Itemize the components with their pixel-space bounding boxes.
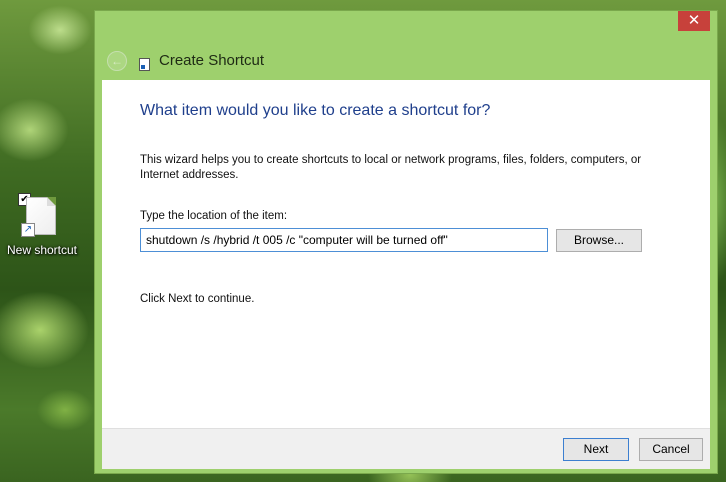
next-button[interactable]: Next (563, 438, 629, 461)
wizard-description: This wizard helps you to create shortcut… (140, 154, 642, 181)
shortcut-arrow-icon: ↗ (21, 223, 35, 237)
shortcut-title-icon (139, 58, 150, 71)
page-heading: What item would you like to create a sho… (140, 102, 491, 119)
location-input[interactable] (140, 228, 548, 252)
wizard-content: What item would you like to create a sho… (102, 80, 710, 428)
continue-instruction: Click Next to continue. (140, 293, 255, 305)
wizard-footer: Next Cancel (102, 428, 710, 469)
cancel-button[interactable]: Cancel (639, 438, 703, 461)
back-arrow-icon[interactable]: ← (107, 51, 127, 71)
location-label: Type the location of the item: (140, 210, 288, 222)
desktop-icon-label: New shortcut (6, 243, 78, 257)
close-button[interactable]: ✕ (678, 11, 710, 31)
title-bar: ← Create Shortcut (95, 43, 717, 77)
window-title: Create Shortcut (159, 52, 265, 69)
browse-button[interactable]: Browse... (556, 229, 642, 252)
create-shortcut-window: ✕ ← Create Shortcut What item would you … (94, 10, 718, 474)
